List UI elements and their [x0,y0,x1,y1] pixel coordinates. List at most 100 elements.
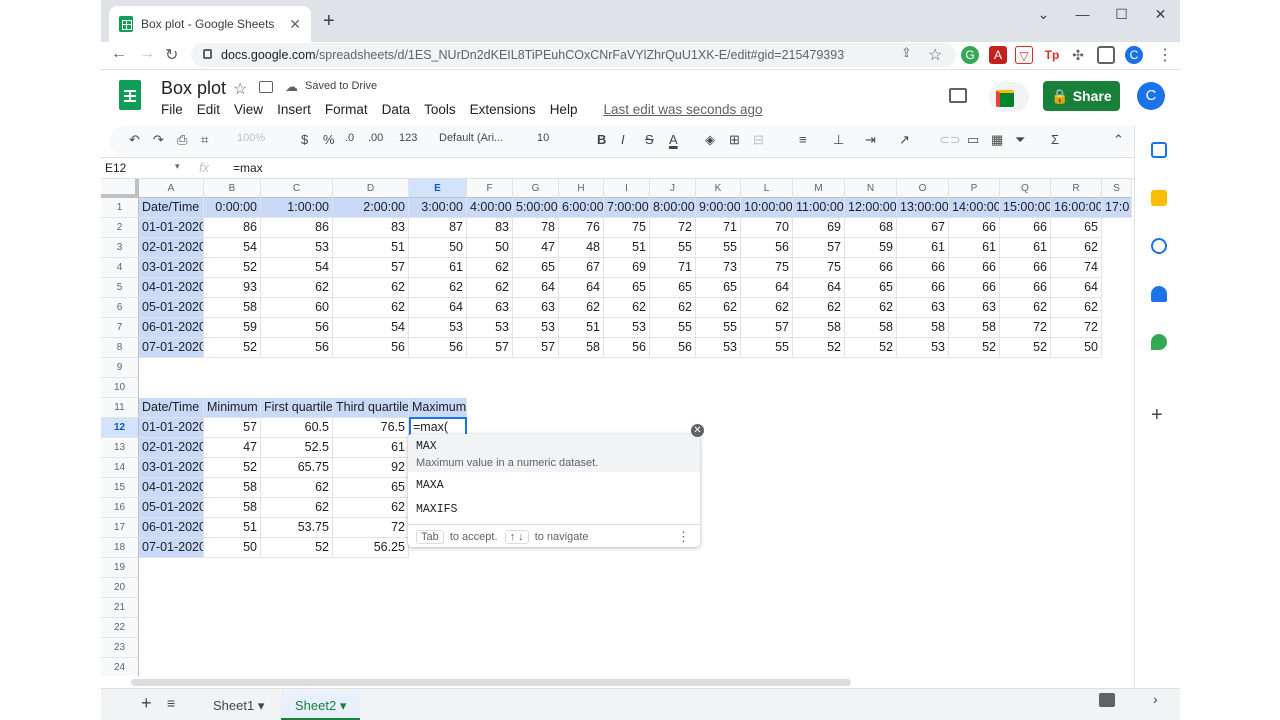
data-cell[interactable]: 63 [897,298,949,318]
summary-value-cell[interactable]: 72 [333,518,409,538]
data-cell[interactable]: 56 [261,338,333,358]
paint-format-icon[interactable]: ⌗ [201,132,208,148]
header-cell[interactable]: 8:00:00 [650,198,696,218]
bookmark-star-icon[interactable]: ☆ [928,45,942,65]
data-cell[interactable]: 62 [650,298,696,318]
data-cell[interactable]: 58 [897,318,949,338]
data-cell[interactable]: 62 [261,278,333,298]
data-cell[interactable]: 53 [897,338,949,358]
row-header[interactable]: 4 [101,258,139,278]
data-cell[interactable]: 52 [204,258,261,278]
menu-tools[interactable]: Tools [424,102,456,117]
summary-date-cell[interactable]: 05-01-2020 [139,498,204,518]
horizontal-scrollbar[interactable] [131,679,851,686]
data-cell[interactable]: 54 [333,318,409,338]
date-cell[interactable]: 06-01-2020 [139,318,204,338]
fill-color-icon[interactable]: ◈ [705,132,715,148]
text-wrap-icon[interactable]: ⇥ [865,132,876,148]
summary-header-cell[interactable]: First quartile [261,398,333,418]
data-cell[interactable]: 55 [696,318,741,338]
insert-chart-icon[interactable]: ▦ [991,132,1003,148]
sheet-tab-sheet1[interactable]: Sheet1 ▾ [199,691,278,720]
column-header[interactable]: G [513,179,559,198]
zoom-select[interactable]: 100% [237,132,265,144]
maximize-icon[interactable]: ☐ [1102,0,1141,28]
data-cell[interactable]: 75 [741,258,793,278]
summary-header-cell[interactable]: Third quartile [333,398,409,418]
row-header[interactable]: 9 [101,358,139,378]
extension-tp-icon[interactable]: Tp [1043,46,1061,64]
data-cell[interactable]: 65 [650,278,696,298]
data-cell[interactable]: 62 [559,298,604,318]
header-cell[interactable]: 16:00:00 [1051,198,1102,218]
data-cell[interactable]: 64 [559,278,604,298]
data-cell[interactable]: 65 [1051,218,1102,238]
column-header[interactable]: K [696,179,741,198]
column-header[interactable]: P [949,179,1000,198]
data-cell[interactable]: 47 [513,238,559,258]
font-select[interactable]: Default (Ari... [439,132,503,144]
column-header[interactable]: R [1051,179,1102,198]
data-cell[interactable]: 61 [897,238,949,258]
data-cell[interactable]: 56 [409,338,467,358]
data-cell[interactable]: 56 [333,338,409,358]
data-cell[interactable]: 62 [333,298,409,318]
row-header[interactable]: 5 [101,278,139,298]
filter-icon[interactable]: ⏷ [1015,132,1025,148]
data-cell[interactable]: 52 [949,338,1000,358]
data-cell[interactable]: 70 [741,218,793,238]
name-box-dropdown-icon[interactable]: ▾ [175,161,180,172]
data-cell[interactable]: 66 [897,278,949,298]
share-button[interactable]: 🔒 Share [1043,81,1120,111]
data-cell[interactable]: 75 [604,218,650,238]
expand-side-panel-icon[interactable]: › [1153,691,1158,707]
summary-value-cell[interactable]: 60.5 [261,418,333,438]
last-edit-link[interactable]: Last edit was seconds ago [603,102,762,117]
data-cell[interactable]: 71 [696,218,741,238]
data-cell[interactable]: 65 [845,278,897,298]
row-header[interactable]: 12 [101,418,139,438]
data-cell[interactable]: 64 [741,278,793,298]
name-box[interactable]: E12 [105,161,126,175]
data-cell[interactable]: 55 [741,338,793,358]
data-cell[interactable]: 66 [949,278,1000,298]
meet-icon[interactable] [989,82,1029,112]
header-cell[interactable]: 2:00:00 [333,198,409,218]
browser-tab[interactable]: Box plot - Google Sheets ✕ [109,6,311,42]
row-header[interactable]: 23 [101,638,139,658]
data-cell[interactable]: 69 [604,258,650,278]
row-header[interactable]: 15 [101,478,139,498]
data-cell[interactable]: 56 [261,318,333,338]
percent-button[interactable]: % [323,132,335,147]
data-cell[interactable]: 63 [949,298,1000,318]
data-cell[interactable]: 65 [696,278,741,298]
date-cell[interactable]: 01-01-2020 [139,218,204,238]
data-cell[interactable]: 57 [467,338,513,358]
row-header[interactable]: 3 [101,238,139,258]
more-options-icon[interactable]: ⋮ [677,529,690,545]
forward-icon[interactable]: → [139,45,155,63]
summary-header-cell[interactable]: Date/Time [139,398,204,418]
row-header[interactable]: 22 [101,618,139,638]
header-cell[interactable]: 10:00:00 [741,198,793,218]
add-sheet-icon[interactable]: + [141,693,152,714]
menu-extensions[interactable]: Extensions [470,102,536,117]
data-cell[interactable]: 63 [467,298,513,318]
borders-icon[interactable]: ⊞ [729,132,740,148]
summary-date-cell[interactable]: 03-01-2020 [139,458,204,478]
share-page-icon[interactable]: ⇪ [901,45,912,61]
summary-value-cell[interactable]: 62 [261,478,333,498]
data-cell[interactable]: 58 [793,318,845,338]
menu-edit[interactable]: Edit [197,102,220,117]
column-header[interactable]: D [333,179,409,198]
data-cell[interactable]: 62 [793,298,845,318]
summary-value-cell[interactable]: 53.75 [261,518,333,538]
row-header[interactable]: 18 [101,538,139,558]
summary-header-cell[interactable]: Maximum [409,398,467,418]
account-avatar[interactable]: C [1137,82,1165,110]
data-cell[interactable]: 72 [1000,318,1051,338]
browser-menu-icon[interactable]: ⋮ [1157,45,1173,65]
new-tab-icon[interactable]: + [323,10,335,33]
profile-avatar[interactable]: C [1125,46,1143,64]
menu-file[interactable]: File [161,102,183,117]
